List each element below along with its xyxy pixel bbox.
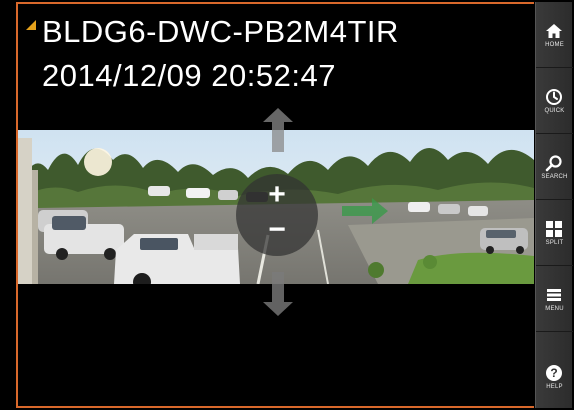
help-icon: ? [545,364,563,382]
home-label: HOME [545,42,564,48]
pan-down-arrow-icon[interactable] [263,272,293,316]
grid-icon [545,220,563,238]
pan-up-arrow-icon[interactable] [263,108,293,152]
pan-right-arrow-icon[interactable] [342,198,388,224]
search-button[interactable]: SEARCH [536,134,573,200]
svg-text:?: ? [550,366,557,380]
split-button[interactable]: SPLIT [536,200,573,266]
help-button[interactable]: ? HELP [536,344,573,408]
search-icon [545,154,563,172]
clock-icon [545,88,563,106]
zoom-control: + − [236,174,318,256]
camera-viewer-app: BLDG6-DWC-PB2M4TIR 2014/12/09 20:52:47 +… [0,0,574,410]
camera-name: BLDG6-DWC-PB2M4TIR [42,14,399,49]
right-sidebar: HOME QUICK SEARCH SPLIT MENU ? HELP [535,2,573,408]
camera-timestamp: 2014/12/09 20:52:47 [42,58,336,93]
menu-label: MENU [545,306,564,312]
quick-label: QUICK [544,108,565,114]
zoom-in-button[interactable]: + [236,178,318,212]
camera-viewport[interactable]: BLDG6-DWC-PB2M4TIR 2014/12/09 20:52:47 +… [16,2,534,408]
split-label: SPLIT [545,240,564,246]
zoom-out-button[interactable]: − [236,215,318,250]
list-icon [545,286,563,304]
camera-selected-marker-icon [26,20,36,30]
menu-button[interactable]: MENU [536,266,573,332]
home-button[interactable]: HOME [536,2,573,68]
quick-button[interactable]: QUICK [536,68,573,134]
search-label: SEARCH [541,174,568,180]
help-label: HELP [546,384,563,390]
home-icon [545,22,563,40]
